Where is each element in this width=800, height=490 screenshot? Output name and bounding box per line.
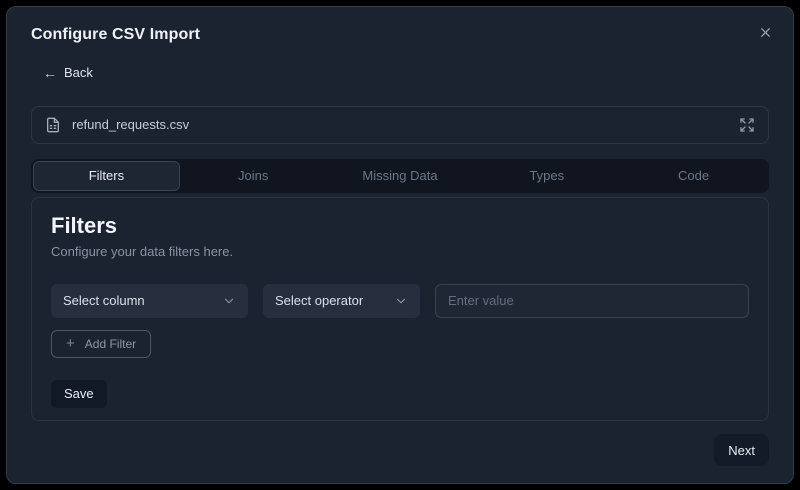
file-name: refund_requests.csv <box>72 117 190 132</box>
configure-csv-import-modal: Configure CSV Import ← Back refund_reque… <box>6 6 794 484</box>
tab-code[interactable]: Code <box>620 161 767 191</box>
operator-select-value: Select operator <box>275 293 364 308</box>
file-text-icon <box>45 117 61 133</box>
tab-bar: Filters Joins Missing Data Types Code <box>31 158 769 193</box>
back-label: Back <box>64 65 93 80</box>
page-title: Configure CSV Import <box>31 26 201 43</box>
panel-title: Filters <box>51 212 118 238</box>
chevron-down-icon <box>394 294 408 308</box>
save-button[interactable]: Save <box>51 379 107 408</box>
filter-row: Select column Select operator <box>51 283 749 318</box>
file-box: refund_requests.csv <box>31 105 769 144</box>
tab-filters[interactable]: Filters <box>33 160 180 191</box>
filters-panel: Filters Configure your data filters here… <box>31 196 769 421</box>
expand-icon[interactable] <box>739 117 755 133</box>
next-button[interactable]: Next <box>714 434 769 466</box>
tab-joins[interactable]: Joins <box>180 161 327 191</box>
add-filter-button[interactable]: + Add Filter <box>51 329 152 358</box>
back-button[interactable]: ← Back <box>43 65 93 80</box>
value-input[interactable] <box>435 283 749 318</box>
operator-select[interactable]: Select operator <box>263 283 420 318</box>
chevron-down-icon <box>222 294 236 308</box>
column-select[interactable]: Select column <box>51 283 248 318</box>
tab-types[interactable]: Types <box>473 161 620 191</box>
tab-missing-data[interactable]: Missing Data <box>327 161 474 191</box>
close-icon[interactable] <box>753 20 777 44</box>
column-select-value: Select column <box>63 293 145 308</box>
back-arrow-icon: ← <box>43 64 57 81</box>
add-filter-label: Add Filter <box>84 336 137 351</box>
plus-icon: + <box>66 335 75 352</box>
panel-subtitle: Configure your data filters here. <box>51 243 234 259</box>
